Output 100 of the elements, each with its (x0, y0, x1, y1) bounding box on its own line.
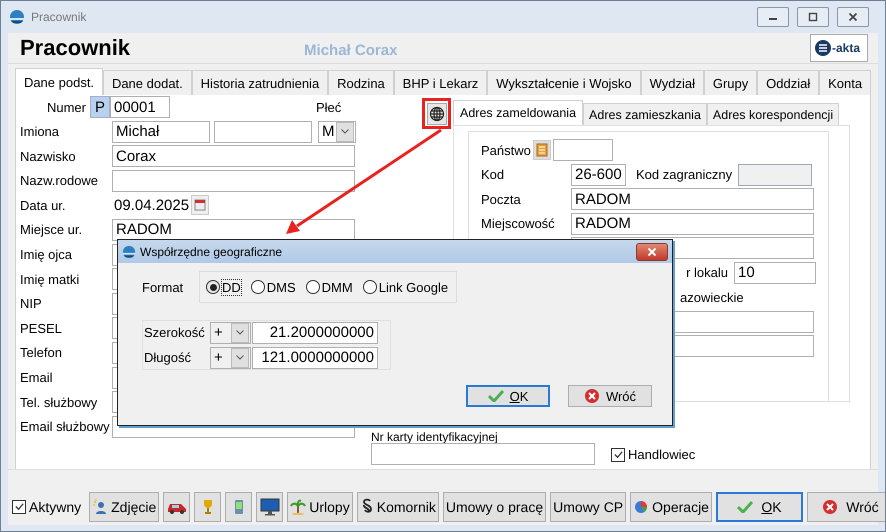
caret-icon (236, 330, 244, 335)
coordinate-label: Szerokość (144, 325, 206, 340)
field-label: Telefon (20, 345, 63, 360)
field-label: Nazwisko (20, 148, 77, 164)
ok-button[interactable]: OK (466, 385, 550, 407)
active-checkbox[interactable]: Aktywny (12, 498, 82, 514)
calendar-icon (194, 199, 206, 212)
toolbar-button[interactable] (256, 492, 284, 522)
palm-icon (290, 498, 306, 514)
field-label: Kod (481, 167, 506, 182)
second-name-field[interactable] (214, 120, 312, 143)
cancel-button[interactable]: Wróć (806, 492, 885, 522)
globe-button[interactable] (426, 102, 446, 124)
toolbar-button[interactable]: Komornik (356, 492, 439, 522)
check-icon (737, 500, 754, 512)
date-field[interactable]: 09.04.2025 (112, 194, 191, 216)
toolbar-button[interactable]: Zdjęcie (89, 492, 160, 522)
radio-button[interactable] (206, 280, 220, 294)
maximize-icon (808, 12, 818, 22)
sign-select[interactable]: + (210, 322, 251, 344)
tab[interactable]: Dane dodat. (103, 70, 192, 95)
field-label: Kod zagraniczny (636, 167, 732, 182)
tab[interactable]: Rodzina (328, 70, 394, 95)
field-label: r lokalu (686, 265, 728, 280)
field-label: Tel. służbowy (20, 394, 98, 410)
format-label: Format (142, 280, 184, 294)
field-label: NIP (20, 296, 43, 312)
postal-code-field[interactable]: 26-600 (571, 164, 626, 186)
logo-icon (815, 40, 831, 56)
globe-icon (428, 106, 444, 122)
text-field[interactable]: Corax (112, 145, 355, 168)
tab[interactable]: Oddział (757, 70, 820, 95)
format-option-label: DMS (266, 280, 296, 294)
tab[interactable]: BHP i Lekarz (394, 70, 488, 95)
app-icon (122, 244, 136, 258)
first-name-field[interactable]: Michał (112, 120, 210, 143)
field-label: Numer (46, 100, 87, 114)
number-field[interactable]: 00001 (110, 96, 170, 118)
field-label: Państwo (481, 142, 531, 158)
format-option-label: DD (222, 280, 241, 294)
chart-icon (633, 498, 650, 514)
field-label: PESEL (20, 320, 63, 336)
minimize-button[interactable] (757, 7, 789, 27)
caret-icon (341, 129, 349, 134)
text-field[interactable]: RADOM (571, 188, 814, 210)
ok-button[interactable]: OK (716, 492, 803, 522)
cancel-button[interactable]: Wróć (568, 385, 652, 407)
gender-select[interactable]: M (318, 120, 356, 143)
toolbar-button[interactable]: Urlopy (287, 492, 353, 522)
window-title: Pracownik (31, 10, 86, 24)
close-icon (848, 12, 858, 22)
phone-icon (234, 498, 244, 514)
employee-name: Michał Corax (304, 42, 398, 58)
logo-button[interactable]: -akta (810, 34, 868, 62)
cancel-icon (584, 388, 600, 404)
tab[interactable]: Grupy (704, 70, 758, 95)
tab[interactable]: Historia zatrudnienia (192, 70, 328, 95)
field-label: Miejsce ur. (20, 222, 84, 238)
text-field[interactable]: RADOM (571, 212, 814, 234)
format-option-label: DMM (322, 280, 353, 294)
close-button[interactable] (636, 242, 668, 260)
calendar-button[interactable] (191, 195, 209, 216)
check-icon (14, 501, 24, 512)
toolbar-button[interactable] (163, 492, 190, 522)
maximize-button[interactable] (797, 7, 829, 27)
check-icon (488, 390, 504, 402)
close-button[interactable] (837, 7, 869, 27)
format-option-label: Link Google (378, 280, 448, 294)
toolbar-button[interactable]: Umowy o pracę (442, 492, 546, 522)
radio-button[interactable] (250, 280, 265, 294)
book-button[interactable] (532, 140, 551, 160)
id-card-field[interactable] (371, 443, 595, 465)
caret-icon (236, 355, 244, 360)
address-tab[interactable]: Adres korespondencji (706, 103, 840, 125)
page-title: Pracownik (20, 35, 130, 61)
address-tab[interactable]: Adres zamieszkania (583, 103, 707, 125)
radio-button[interactable] (362, 280, 377, 294)
region-text: azowieckie (680, 290, 744, 304)
tab[interactable]: Konta (819, 70, 872, 95)
toolbar-button[interactable]: Umowy CP (550, 492, 626, 522)
radio-button[interactable] (306, 280, 320, 294)
coordinate-field[interactable]: 121.0000000000 (252, 346, 378, 368)
country-field[interactable] (552, 139, 613, 161)
text-field[interactable]: RADOM (112, 218, 355, 241)
tab[interactable]: Dane podst. (15, 68, 103, 95)
field-label: Data ur. (20, 198, 67, 213)
field-label: Nr karty identyfikacyjnej (371, 431, 499, 443)
text-field[interactable]: 10 (734, 262, 816, 284)
check-icon (612, 449, 624, 460)
coordinate-field[interactable]: 21.2000000000 (252, 322, 378, 344)
text-field[interactable] (112, 170, 355, 192)
book-icon (536, 143, 548, 157)
address-tab[interactable]: Adres zameldowania (453, 100, 584, 125)
app-icon (9, 9, 25, 25)
monitor-icon (260, 498, 280, 516)
salesman-checkbox[interactable]: Handlowiec (611, 447, 696, 462)
tab[interactable]: Wykształcenie i Wojsko (487, 70, 641, 95)
sign-select[interactable]: + (210, 346, 251, 368)
toolbar-button[interactable]: Operacje (630, 492, 712, 522)
tab[interactable]: Wydział (640, 70, 704, 95)
